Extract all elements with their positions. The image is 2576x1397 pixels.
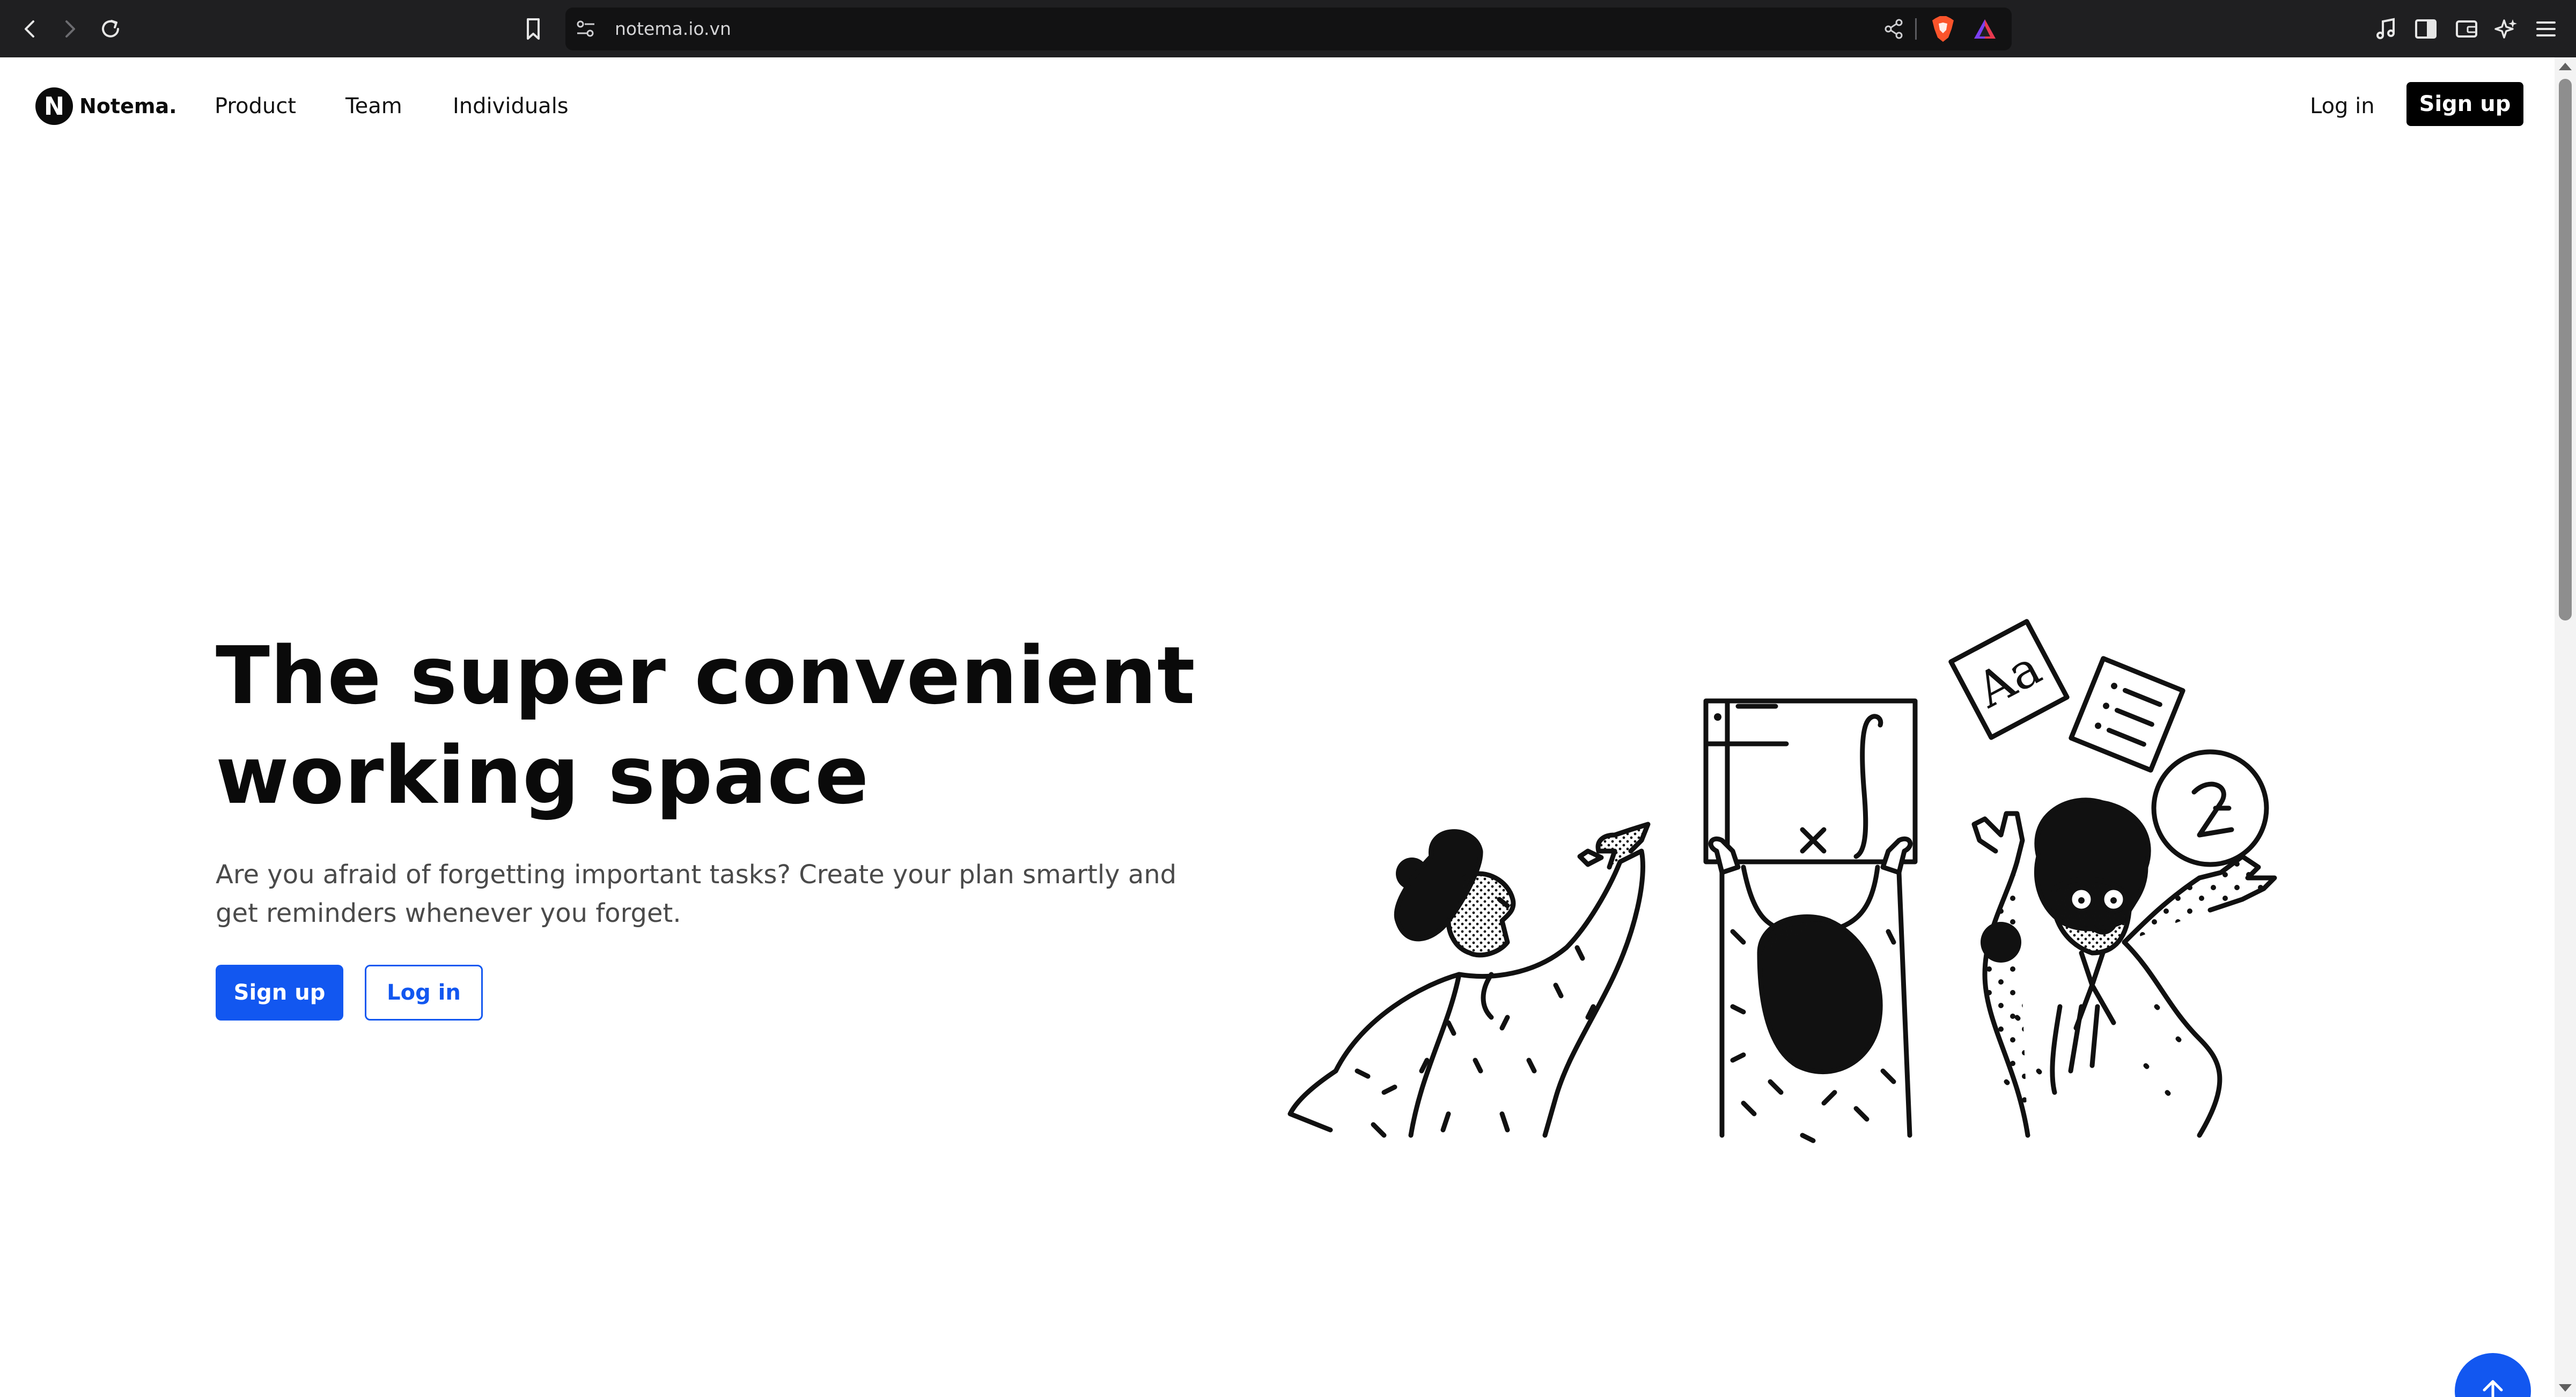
brave-shields-icon[interactable] <box>1930 15 1956 43</box>
browser-toolbar: notema.io.vn <box>0 0 2576 57</box>
page-scrollbar[interactable] <box>2555 57 2576 1397</box>
nav-login-link[interactable]: Log in <box>2310 88 2375 124</box>
reload-icon[interactable] <box>93 12 128 46</box>
url-divider <box>1915 18 1917 40</box>
scrollbar-thumb[interactable] <box>2559 79 2572 620</box>
scroll-down-arrow-icon[interactable] <box>2559 1384 2572 1392</box>
scroll-up-arrow-icon[interactable] <box>2559 63 2572 70</box>
hero-login-button[interactable]: Log in <box>365 965 483 1021</box>
hero-title: The super convenient working space <box>216 630 1196 822</box>
share-icon[interactable] <box>1882 17 1905 41</box>
back-arrow-icon[interactable] <box>13 12 47 46</box>
hero-subtitle: Are you afraid of forgetting important t… <box>216 860 1177 928</box>
hero-illustration: Aa <box>1287 619 2277 1143</box>
bookmark-icon[interactable] <box>516 12 550 46</box>
media-icon[interactable] <box>2369 12 2403 46</box>
wallet-icon[interactable] <box>2449 12 2484 46</box>
url-text[interactable]: notema.io.vn <box>615 8 731 50</box>
site-navbar: N Notema. Product Team Individuals Log i… <box>0 57 2555 149</box>
brave-rewards-icon[interactable] <box>1972 16 1998 42</box>
nav-signup-button[interactable]: Sign up <box>2406 82 2523 126</box>
sidebar-icon[interactable] <box>2409 12 2443 46</box>
nav-link-product[interactable]: Product <box>215 88 296 124</box>
scroll-to-top-button[interactable] <box>2455 1353 2531 1397</box>
leo-ai-icon[interactable] <box>2489 12 2523 46</box>
page-viewport: N Notema. Product Team Individuals Log i… <box>0 57 2555 1397</box>
forward-arrow-icon[interactable] <box>53 12 87 46</box>
arrow-up-icon <box>2483 1380 2503 1397</box>
logo-mark: N <box>35 87 73 125</box>
person-pointing-figure <box>1287 822 1651 1138</box>
brand-name: Notema. <box>79 94 177 118</box>
menu-icon[interactable] <box>2529 12 2563 46</box>
person-holding-board-figure <box>1703 698 1918 1143</box>
address-bar[interactable]: notema.io.vn <box>565 8 2012 50</box>
site-settings-icon[interactable] <box>575 19 597 39</box>
hero-signup-button[interactable]: Sign up <box>216 965 343 1021</box>
nav-link-individuals[interactable]: Individuals <box>453 88 569 124</box>
brand-logo[interactable]: N Notema. <box>35 87 177 125</box>
browser-window: notema.io.vn N Notema. Product Team Indi… <box>0 0 2576 1397</box>
nav-link-team[interactable]: Team <box>345 88 402 124</box>
